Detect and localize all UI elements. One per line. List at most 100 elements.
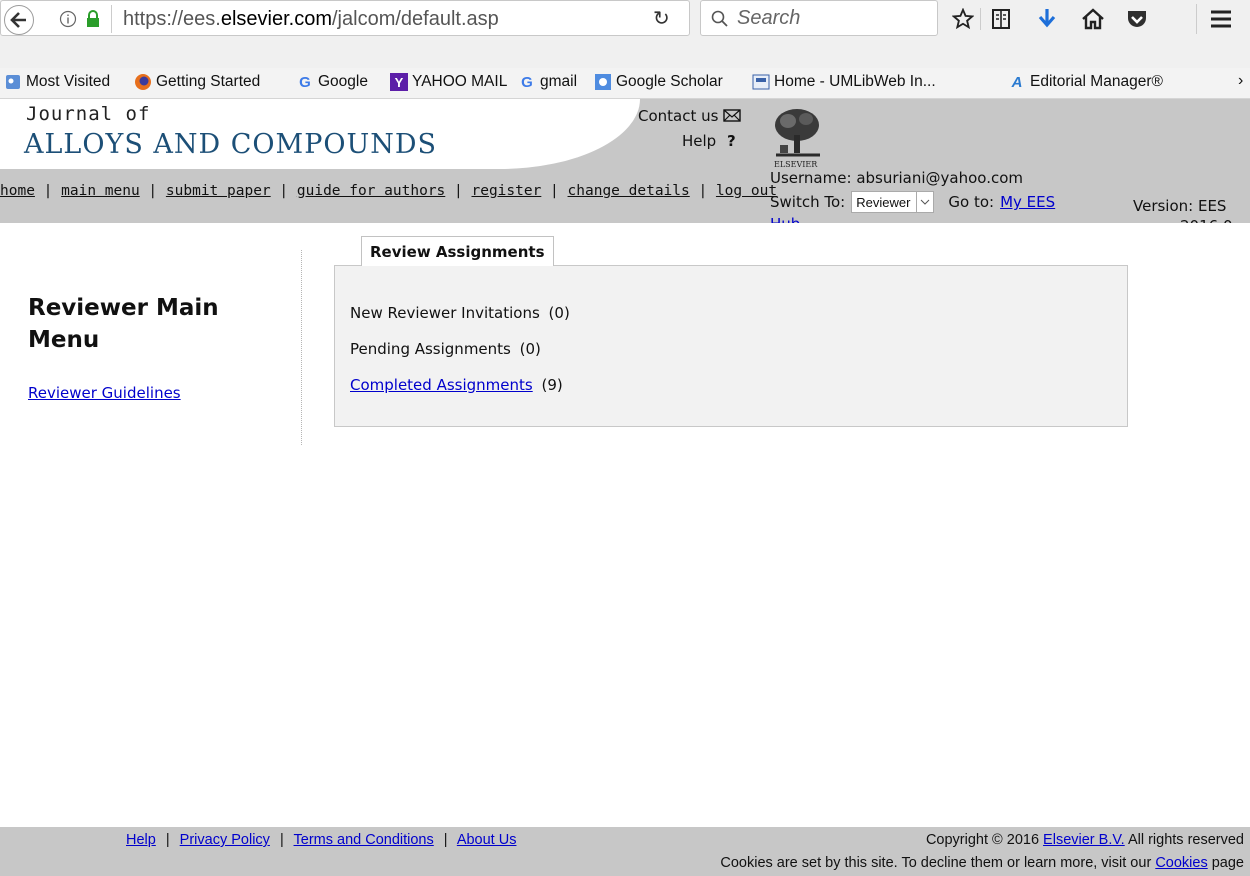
bookmark-star-icon[interactable] xyxy=(950,6,976,32)
pocket-icon[interactable] xyxy=(1124,6,1150,32)
bookmark-label: Most Visited xyxy=(26,73,111,90)
role-select[interactable]: Reviewer xyxy=(851,191,935,213)
contact-us-link[interactable]: Contact us xyxy=(638,107,741,125)
bookmark-label: YAHOO MAIL xyxy=(412,73,508,90)
cookies-prefix: Cookies are set by this site. To decline… xyxy=(720,855,1152,871)
elsevier-bv-link[interactable]: Elsevier B.V. xyxy=(1043,832,1125,848)
elsevier-logo[interactable]: ELSEVIER xyxy=(770,107,828,169)
footer-about-link[interactable]: About Us xyxy=(457,832,517,848)
toolbar-separator xyxy=(1196,4,1197,34)
envelope-icon xyxy=(723,109,741,122)
pending-assignments-label: Pending Assignments xyxy=(350,340,511,358)
version-label: Version: EES xyxy=(1133,197,1227,215)
elsevier-tree-icon: ELSEVIER xyxy=(774,109,820,169)
yahoo-icon: Y xyxy=(390,73,408,91)
username-display: Username: absuriani@yahoo.com xyxy=(770,169,1023,187)
download-icon[interactable] xyxy=(1034,6,1060,32)
completed-assignments-count: (9) xyxy=(541,376,563,394)
footer-links: Help | Privacy Policy | Terms and Condit… xyxy=(126,832,517,848)
bookmarks-overflow-icon[interactable]: › xyxy=(1238,72,1243,90)
bookmark-label: Getting Started xyxy=(156,73,261,90)
bookmark-label: Google Scholar xyxy=(616,73,723,90)
go-to-label: Go to: xyxy=(948,193,995,211)
nav-guide-for-authors[interactable]: guide for authors xyxy=(297,183,445,199)
url-separator xyxy=(111,5,112,33)
copyright-suffix: All rights reserved xyxy=(1127,832,1244,848)
new-invitations-label: New Reviewer Invitations xyxy=(350,304,540,322)
google-scholar-icon xyxy=(594,73,612,91)
my-ees-hub-link-continued[interactable]: Hub xyxy=(770,215,800,223)
contact-label: Contact us xyxy=(638,107,719,125)
bookmark-label: gmail xyxy=(540,73,578,90)
cookies-notice: Cookies are set by this site. To decline… xyxy=(720,855,1244,871)
nav-main-menu[interactable]: main menu xyxy=(61,183,140,199)
firefox-icon xyxy=(134,73,152,91)
copyright-text: Copyright © 2016 Elsevier B.V. All right… xyxy=(926,832,1244,848)
bookmark-umlibweb[interactable]: Home - UMLibWeb In... xyxy=(752,73,936,91)
bookmark-label: Home - UMLibWeb In... xyxy=(774,73,936,90)
journal-banner: Journal of ALLOYS AND COMPOUNDS xyxy=(0,99,640,169)
switch-to-label: Switch To: xyxy=(770,193,846,211)
search-icon xyxy=(711,10,728,27)
journal-title[interactable]: ALLOYS AND COMPOUNDS xyxy=(24,129,437,160)
url-bar[interactable]: https://ees.elsevier.com/jalcom/default.… xyxy=(0,0,690,36)
footer-help-link[interactable]: Help xyxy=(126,832,156,848)
completed-assignments-row: Completed Assignments (9) xyxy=(350,376,563,394)
bookmark-google[interactable]: G Google xyxy=(296,73,368,91)
bookmark-google-scholar[interactable]: Google Scholar xyxy=(594,73,723,91)
bookmark-gmail[interactable]: G gmail xyxy=(518,73,577,91)
nav-change-details[interactable]: change details xyxy=(568,183,690,199)
bookmark-most-visited[interactable]: Most Visited xyxy=(4,73,110,91)
pending-assignments-count: (0) xyxy=(519,340,541,358)
journal-of-text: Journal of xyxy=(26,103,151,125)
copyright-prefix: Copyright © 2016 xyxy=(925,832,1040,848)
reload-icon[interactable]: ↻ xyxy=(653,6,670,30)
url-text[interactable]: https://ees.elsevier.com/jalcom/default.… xyxy=(123,8,499,31)
bookmark-editorial-manager[interactable]: A Editorial Manager® xyxy=(1008,73,1163,91)
bookmark-yahoo-mail[interactable]: Y YAHOO MAIL xyxy=(390,73,507,91)
site-nav: home | main menu | submit paper | guide … xyxy=(0,183,778,199)
home-icon[interactable] xyxy=(1080,6,1106,32)
lock-icon[interactable] xyxy=(85,9,101,29)
bookmarks-bar: Most Visited Getting Started G Google Y … xyxy=(0,68,1250,99)
reader-view-icon[interactable] xyxy=(988,6,1014,32)
sidebar-divider xyxy=(301,250,302,445)
new-invitations-count: (0) xyxy=(548,304,570,322)
help-link[interactable]: Help ? xyxy=(682,132,736,150)
nav-register[interactable]: register xyxy=(471,183,541,199)
info-icon[interactable] xyxy=(59,10,77,28)
page-footer: Help | Privacy Policy | Terms and Condit… xyxy=(0,827,1250,876)
browser-toolbar: https://ees.elsevier.com/jalcom/default.… xyxy=(0,0,1250,69)
username-value: absuriani@yahoo.com xyxy=(856,169,1024,187)
my-ees-hub-link[interactable]: My EES xyxy=(1000,193,1055,211)
site-header: Journal of ALLOYS AND COMPOUNDS Contact … xyxy=(0,99,1250,223)
version-value: 2016.0 xyxy=(1180,217,1233,223)
cookies-link[interactable]: Cookies xyxy=(1155,855,1207,871)
most-visited-icon xyxy=(4,73,22,91)
tab-review-assignments[interactable]: Review Assignments xyxy=(361,236,554,266)
nav-submit-paper[interactable]: submit paper xyxy=(166,183,271,199)
umlib-icon xyxy=(752,73,770,91)
page-title: Reviewer Main Menu xyxy=(28,295,219,353)
cookies-suffix: page xyxy=(1211,855,1244,871)
review-assignments-panel: New Reviewer Invitations (0) Pending Ass… xyxy=(334,265,1128,427)
new-invitations-row: New Reviewer Invitations (0) xyxy=(350,304,570,322)
google-icon: G xyxy=(521,73,533,91)
hamburger-menu-icon[interactable] xyxy=(1208,6,1234,32)
role-switch-row: Switch To: Reviewer Go to: My EES xyxy=(770,191,1055,213)
chevron-down-icon xyxy=(916,192,933,212)
pending-assignments-row: Pending Assignments (0) xyxy=(350,340,541,358)
toolbar-separator xyxy=(980,8,981,30)
footer-privacy-link[interactable]: Privacy Policy xyxy=(180,832,270,848)
footer-terms-link[interactable]: Terms and Conditions xyxy=(294,832,434,848)
reviewer-guidelines-link[interactable]: Reviewer Guidelines xyxy=(28,384,181,402)
back-arrow-icon xyxy=(10,12,26,28)
nav-home[interactable]: home xyxy=(0,183,35,199)
completed-assignments-link[interactable]: Completed Assignments xyxy=(350,376,533,394)
search-input[interactable]: Search xyxy=(700,0,938,36)
back-button[interactable] xyxy=(4,5,34,35)
nav-log-out[interactable]: log out xyxy=(716,183,777,199)
editorial-manager-icon: A xyxy=(1011,73,1023,91)
bookmark-getting-started[interactable]: Getting Started xyxy=(134,73,260,91)
bookmark-label: Editorial Manager® xyxy=(1030,73,1163,90)
